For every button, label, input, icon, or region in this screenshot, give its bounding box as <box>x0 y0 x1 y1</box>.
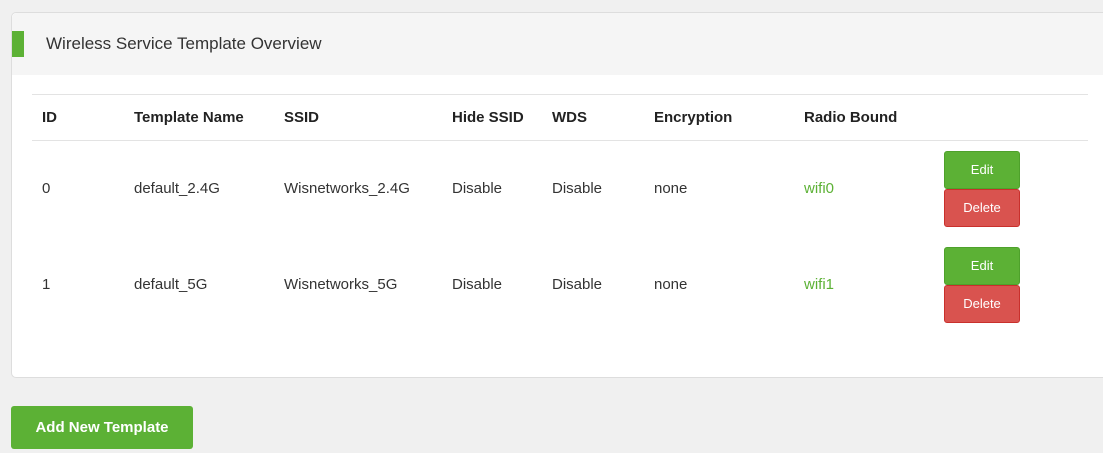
cell-ssid: Wisnetworks_5G <box>284 276 398 293</box>
column-header-id: ID <box>32 94 124 141</box>
cell-radio-bound: wifi1 <box>804 276 835 293</box>
edit-button[interactable]: Edit <box>944 150 1020 189</box>
delete-button[interactable]: Delete <box>944 284 1020 323</box>
column-header-wds: WDS <box>542 94 644 141</box>
cell-template-name: default_5G <box>134 276 208 293</box>
delete-button[interactable]: Delete <box>944 188 1020 227</box>
cell-hide-ssid: Disable <box>452 276 503 293</box>
table-header-row: ID Template Name SSID Hide SSID WDS Encr… <box>32 94 1088 141</box>
column-header-template-name: Template Name <box>124 94 274 141</box>
column-header-hide-ssid: Hide SSID <box>442 94 542 141</box>
panel-title: Wireless Service Template Overview <box>46 34 322 53</box>
cell-wds: Disable <box>552 276 603 293</box>
cell-hide-ssid: Disable <box>452 180 503 198</box>
cell-wds: Disable <box>552 180 603 198</box>
column-header-radio-bound: Radio Bound <box>794 94 928 141</box>
template-overview-panel: Wireless Service Template Overview ID Te… <box>11 12 1103 378</box>
panel-header: Wireless Service Template Overview <box>12 13 1103 75</box>
template-table: ID Template Name SSID Hide SSID WDS Encr… <box>32 94 1088 333</box>
cell-encryption: none <box>654 180 688 198</box>
cell-id: 0 <box>42 180 51 198</box>
panel-accent-bar <box>12 31 24 57</box>
edit-button[interactable]: Edit <box>944 246 1020 285</box>
column-header-ssid: SSID <box>274 94 442 141</box>
cell-actions: Edit Delete <box>928 237 1088 333</box>
cell-id: 1 <box>42 276 51 293</box>
table-row: 1 default_5G Wisnetworks_5G Disable Disa… <box>32 237 1088 333</box>
add-new-template-button[interactable]: Add New Template <box>11 406 193 449</box>
cell-actions: Edit Delete <box>928 141 1088 237</box>
table-row: 0 default_2.4G Wisnetworks_2.4G Disable … <box>32 141 1088 237</box>
row-action-buttons: Edit Delete <box>944 150 1020 227</box>
row-action-buttons: Edit Delete <box>944 246 1020 323</box>
cell-radio-bound: wifi0 <box>804 180 835 198</box>
column-header-encryption: Encryption <box>644 94 794 141</box>
cell-template-name: default_2.4G <box>134 180 220 198</box>
column-header-actions <box>928 94 1088 141</box>
template-table-wrapper: ID Template Name SSID Hide SSID WDS Encr… <box>32 94 1088 333</box>
cell-encryption: none <box>654 276 688 293</box>
cell-ssid: Wisnetworks_2.4G <box>284 180 410 198</box>
